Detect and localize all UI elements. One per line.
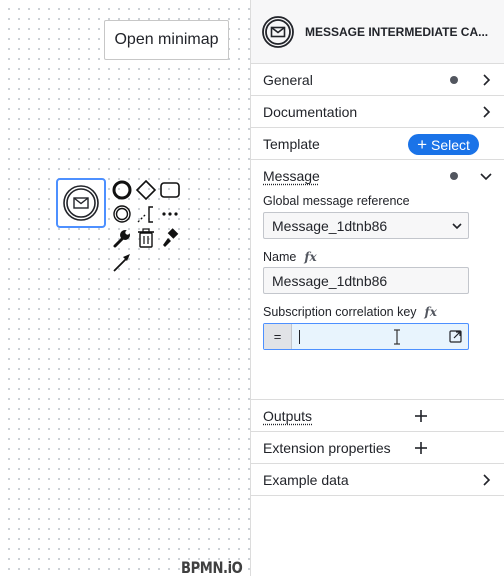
group-message[interactable]: Message — [251, 160, 504, 192]
open-minimap-button[interactable]: Open minimap — [104, 20, 229, 60]
subscription-correlation-key-label: Subscription correlation key — [263, 305, 417, 319]
message-event-icon — [63, 185, 99, 221]
group-extension-properties-label: Extension properties — [263, 439, 391, 456]
open-popup-editor-icon[interactable] — [449, 330, 462, 343]
connect-arrow-icon[interactable] — [111, 251, 133, 273]
more-icon[interactable] — [159, 203, 181, 225]
group-template: Template + Select — [251, 128, 504, 160]
group-documentation-label: Documentation — [263, 103, 358, 120]
message-group-body: Global message reference Message_1dtnb86… — [251, 192, 504, 400]
text-cursor-icon — [394, 329, 400, 345]
fx-icon[interactable]: fx — [425, 305, 437, 319]
group-general-label: General — [263, 71, 313, 88]
add-icon[interactable] — [414, 441, 428, 455]
name-label: Name — [263, 250, 297, 264]
has-data-dot-icon — [450, 172, 458, 180]
diagram-canvas[interactable]: Open minimap BPMN.iO — [0, 0, 250, 576]
chevron-right-icon[interactable] — [479, 105, 493, 119]
gateway-icon[interactable] — [135, 179, 157, 201]
has-data-dot-icon — [450, 76, 458, 84]
trash-icon[interactable] — [135, 227, 157, 249]
group-example-data[interactable]: Example data — [251, 464, 504, 496]
element-title: MESSAGE INTERMEDIATE CA... — [305, 24, 489, 39]
message-catch-event-icon — [262, 15, 294, 48]
intermediate-event-icon[interactable] — [111, 203, 133, 225]
wrench-icon[interactable] — [111, 227, 133, 249]
global-message-reference-label: Global message reference — [263, 194, 410, 208]
properties-panel: MESSAGE INTERMEDIATE CA... General Docum… — [250, 0, 504, 576]
name-input[interactable]: Message_1dtnb86 — [263, 267, 469, 294]
end-event-icon[interactable] — [111, 179, 133, 201]
task-icon[interactable] — [159, 179, 181, 201]
feel-expression-prefix: = — [264, 324, 292, 349]
text-caret — [299, 330, 300, 344]
chevron-down-icon — [452, 223, 462, 230]
template-select-button[interactable]: + Select — [408, 134, 479, 155]
name-label-row: Name fx — [263, 250, 317, 264]
chevron-right-icon[interactable] — [479, 73, 493, 87]
subscription-correlation-key-input[interactable]: = — [263, 323, 469, 350]
add-icon[interactable] — [414, 409, 428, 423]
group-outputs-label: Outputs — [263, 407, 313, 424]
group-outputs[interactable]: Outputs — [251, 400, 504, 432]
paint-icon[interactable] — [159, 227, 181, 249]
group-message-label: Message — [263, 168, 320, 184]
group-example-data-label: Example data — [263, 471, 349, 488]
global-message-reference-select[interactable]: Message_1dtnb86 — [263, 212, 469, 239]
panel-header: MESSAGE INTERMEDIATE CA... — [251, 0, 504, 64]
global-message-reference-value: Message_1dtnb86 — [272, 217, 388, 234]
name-value: Message_1dtnb86 — [272, 272, 388, 289]
chevron-down-icon[interactable] — [479, 169, 493, 183]
text-annotation-icon[interactable] — [135, 203, 157, 225]
message-intermediate-catch-event[interactable] — [56, 178, 106, 228]
group-general[interactable]: General — [251, 64, 504, 96]
group-template-label: Template — [263, 135, 320, 152]
bpmn-io-watermark[interactable]: BPMN.iO — [181, 558, 243, 576]
fx-icon[interactable]: fx — [304, 250, 316, 264]
template-select-label: Select — [431, 136, 470, 153]
group-documentation[interactable]: Documentation — [251, 96, 504, 128]
plus-icon: + — [417, 135, 427, 154]
correlation-label-row: Subscription correlation key fx — [263, 305, 437, 319]
chevron-right-icon[interactable] — [479, 473, 493, 487]
group-extension-properties[interactable]: Extension properties — [251, 432, 504, 464]
